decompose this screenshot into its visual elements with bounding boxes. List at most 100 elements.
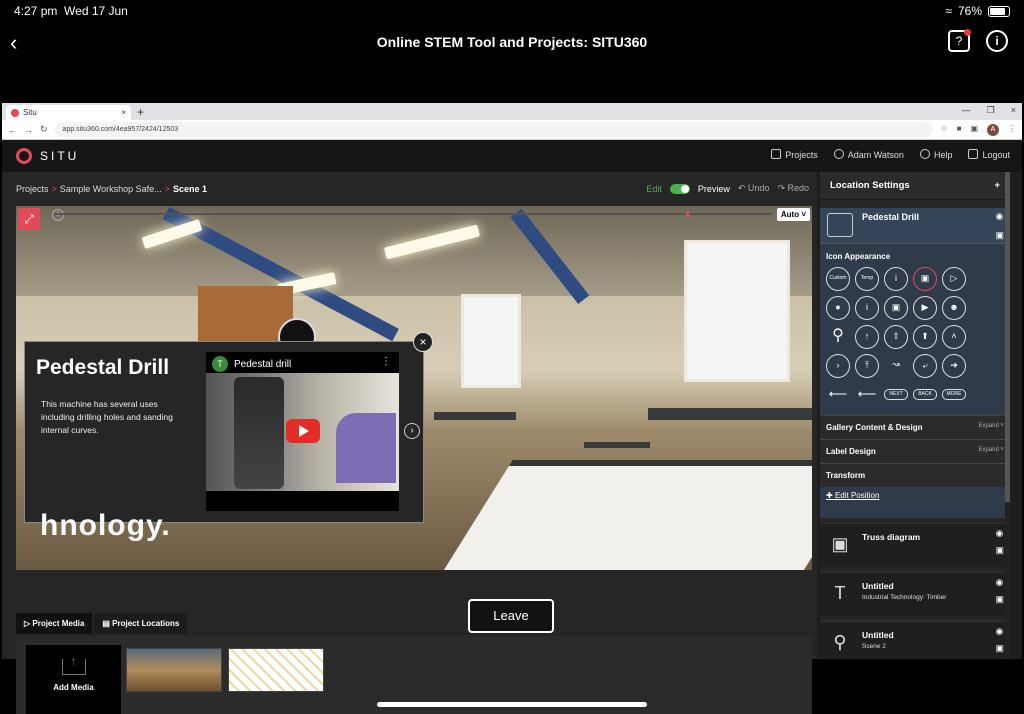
nav-user[interactable]: Adam Watson <box>833 149 904 160</box>
back-arrow-icon[interactable]: ← <box>8 125 17 135</box>
timeline-marker[interactable] <box>685 211 689 217</box>
expand-toggle[interactable]: Expand ˅ <box>978 447 1004 456</box>
tab-project-media[interactable]: ▷ Project Media <box>16 613 93 634</box>
label-design-section[interactable]: Label Design Expand ˅ <box>820 439 1010 463</box>
minimize-icon[interactable]: — <box>962 105 971 116</box>
location-item[interactable]: ▣ Truss diagram ◉ ▣ <box>820 523 1010 567</box>
icon-option-arrow-up-thick-icon[interactable]: ⬆ <box>913 325 937 349</box>
icon-option-temp[interactable]: Temp <box>855 267 879 291</box>
url-field[interactable]: app.situ360.com/4ea957/2424/12503 <box>54 122 934 137</box>
tab-close-icon[interactable]: × <box>121 108 126 117</box>
icon-option-gallery-icon[interactable]: ▣ <box>913 267 937 291</box>
expand-toggle[interactable]: Expand ˅ <box>978 423 1004 432</box>
active-location-row[interactable]: Pedestal Drill ◉ ▣ <box>820 208 1010 244</box>
menu-dots-icon[interactable]: ⋮ <box>1008 124 1016 136</box>
visibility-eye-icon[interactable]: ◉ <box>995 528 1004 539</box>
pause-icon[interactable]: II <box>52 209 64 221</box>
location-item[interactable]: T Untitled Industrial Technology: Timber… <box>820 572 1010 616</box>
nav-logout[interactable]: Logout <box>968 149 1010 160</box>
extension-pdf-icon[interactable]: ■ <box>957 124 962 136</box>
redo-button[interactable]: ↷ Redo <box>777 183 809 194</box>
icon-option-more-pill[interactable]: MORE <box>942 389 966 400</box>
location-item[interactable]: ⚲ Untitled Scene 2 ◉ ▣ <box>820 621 1010 659</box>
icon-option-left-arrow-icon[interactable]: ⟵ <box>826 383 850 407</box>
icon-option-next-pill[interactable]: NEXT <box>884 389 908 400</box>
location-subtitle: Scene 2 <box>862 643 886 650</box>
channel-avatar[interactable]: T <box>212 356 228 372</box>
edit-preview-toggle[interactable] <box>669 183 690 194</box>
browser-tabbar: Situ × + — ❐ × <box>2 103 1022 120</box>
visibility-eye-icon[interactable]: ◉ <box>995 626 1004 637</box>
new-tab-icon[interactable]: + <box>137 105 144 120</box>
scene-bench <box>434 412 516 420</box>
icon-option-person-icon[interactable]: ● <box>826 296 850 320</box>
breadcrumb-project[interactable]: Sample Workshop Safe... <box>60 184 162 194</box>
media-thumbnail-panorama[interactable] <box>126 648 222 692</box>
video-title[interactable]: Pedestal drill <box>234 359 291 370</box>
icon-option-back-pill[interactable]: BACK <box>913 389 937 400</box>
delete-trash-icon[interactable]: ▣ <box>995 545 1004 556</box>
active-location-name[interactable]: Pedestal Drill <box>862 212 919 222</box>
popup-close-icon[interactable]: × <box>413 332 433 352</box>
reload-icon[interactable]: ↻ <box>40 124 48 135</box>
feedback-icon[interactable]: ? <box>948 29 971 52</box>
gallery-icon: ▣ <box>831 534 849 554</box>
situ-logo[interactable]: SITU <box>16 148 79 164</box>
restore-icon[interactable]: ❐ <box>987 105 995 116</box>
edit-position-link[interactable]: ✚ Edit Position <box>820 487 1010 506</box>
delete-trash-icon[interactable]: ▣ <box>995 643 1004 654</box>
visibility-eye-icon[interactable]: ◉ <box>995 211 1004 222</box>
add-location-icon[interactable]: + <box>994 180 1000 191</box>
tab-project-locations[interactable]: ▤ Project Locations <box>94 613 188 634</box>
nav-projects[interactable]: Projects <box>771 149 818 160</box>
icon-option-turn-icon[interactable]: ⤶ <box>913 354 937 378</box>
icon-option-play-filled-icon[interactable]: ▶ <box>913 296 937 320</box>
edit-label[interactable]: Edit <box>646 184 662 194</box>
media-thumbnail-truss[interactable] <box>228 648 324 692</box>
breadcrumb-projects[interactable]: Projects <box>16 184 49 194</box>
icon-option-chevron-right-icon[interactable]: › <box>826 354 850 378</box>
home-indicator[interactable] <box>377 702 647 707</box>
fullscreen-icon[interactable]: ⤢ <box>18 208 40 230</box>
icon-option-info-filled-icon[interactable]: i <box>855 296 879 320</box>
timeline-scrubber[interactable] <box>54 211 772 217</box>
preview-label[interactable]: Preview <box>698 184 730 194</box>
icon-option-arrow-up-bold-icon[interactable]: ⇧ <box>884 325 908 349</box>
logout-icon <box>968 149 979 159</box>
quality-select[interactable]: Auto ˅ <box>776 208 810 221</box>
window-close-icon[interactable]: × <box>1011 105 1016 116</box>
icon-option-info-icon[interactable]: i <box>884 267 908 291</box>
panel-scrollbar[interactable] <box>1005 172 1010 659</box>
browser-tab[interactable]: Situ × <box>6 105 131 120</box>
icon-option-image-icon[interactable]: ▣ <box>884 296 908 320</box>
extension-icon[interactable]: ▣ <box>970 124 978 136</box>
icon-option-arrow-right-icon[interactable]: ➔ <box>942 354 966 378</box>
forward-arrow-icon[interactable]: → <box>24 125 33 135</box>
nav-help[interactable]: Help <box>919 149 952 160</box>
delete-trash-icon[interactable]: ▣ <box>995 230 1004 241</box>
add-media-button[interactable]: ↑ Add Media <box>26 645 121 714</box>
bookmark-star-icon[interactable]: ☆ <box>940 124 947 136</box>
info-icon[interactable]: i <box>986 30 1008 52</box>
undo-button[interactable]: ↶ Undo <box>738 183 770 194</box>
icon-appearance-label: Icon Appearance <box>826 252 891 261</box>
icon-option-user-icon[interactable]: ☻ <box>942 296 966 320</box>
delete-trash-icon[interactable]: ▣ <box>995 594 1004 605</box>
icon-option-pin-icon[interactable]: ⚲ <box>826 325 850 349</box>
popup-next-chevron-icon[interactable]: › <box>404 423 420 439</box>
gallery-content-section[interactable]: Gallery Content & Design Expand ˅ <box>820 415 1010 439</box>
icon-option-play-icon[interactable]: ▷ <box>942 267 966 291</box>
icon-option-upload-icon[interactable]: ⤒ <box>855 354 879 378</box>
icon-option-left-arrow-long-icon[interactable]: ⟵ <box>855 383 879 407</box>
leave-button[interactable]: Leave <box>468 599 554 633</box>
icon-option-path-icon[interactable]: ↝ <box>884 354 908 378</box>
profile-avatar[interactable]: A <box>987 123 999 136</box>
youtube-video-embed[interactable]: T Pedestal drill ⋮ <box>206 352 399 511</box>
icon-option-arrow-up-icon[interactable]: ↑ <box>855 325 879 349</box>
youtube-play-icon[interactable] <box>286 419 320 443</box>
scene-bench <box>584 442 650 448</box>
icon-option-chevron-up-icon[interactable]: ˄ <box>942 325 966 349</box>
video-more-icon[interactable]: ⋮ <box>381 356 391 367</box>
visibility-eye-icon[interactable]: ◉ <box>995 577 1004 588</box>
icon-option-custom[interactable]: Custom <box>826 267 850 291</box>
